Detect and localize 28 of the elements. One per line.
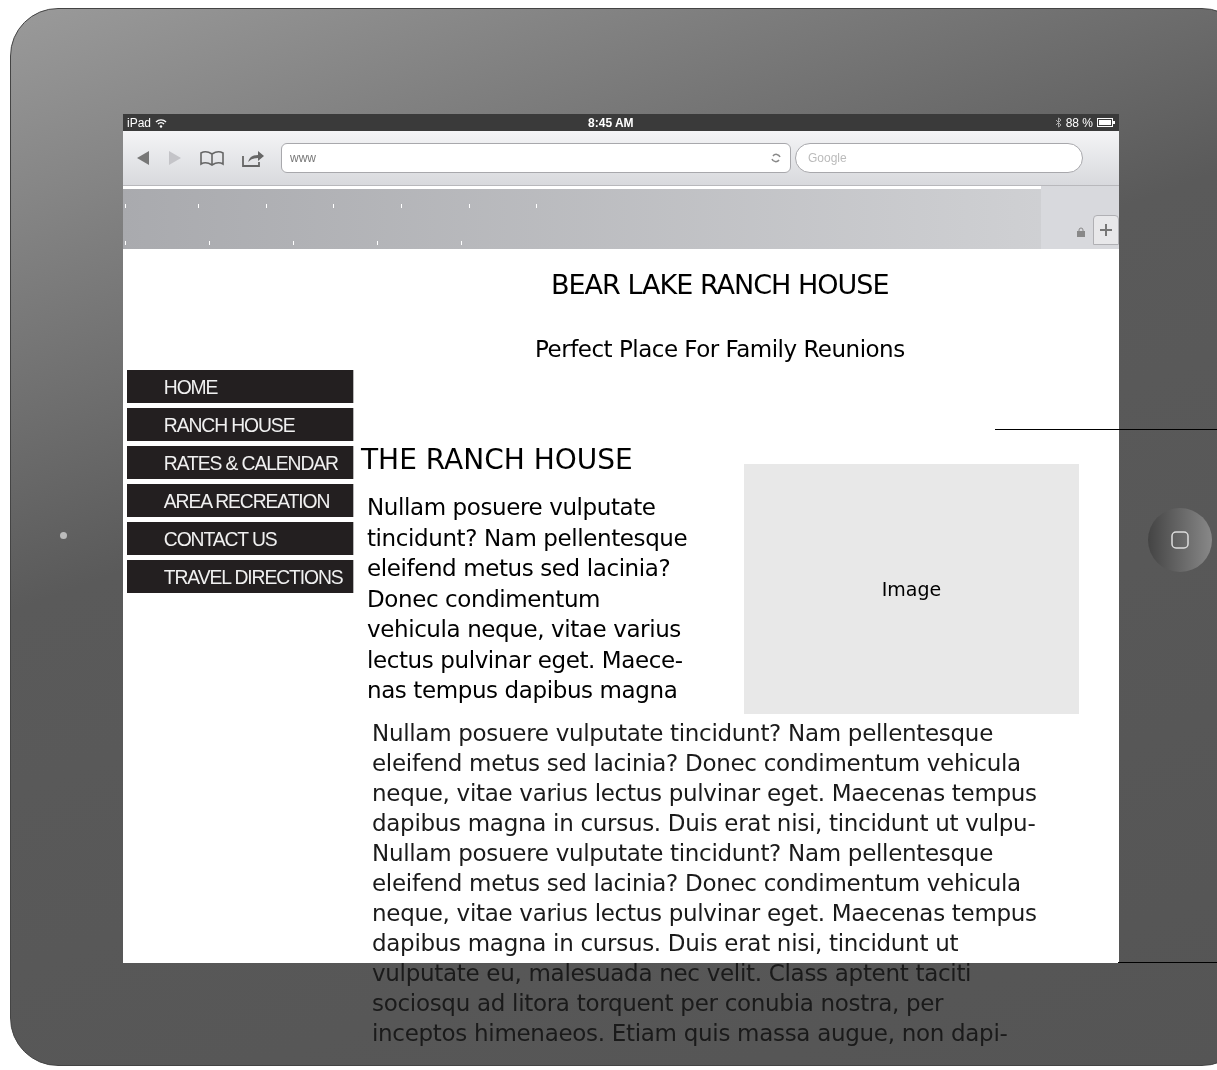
nav-link[interactable]: RANCH HOUSE: [127, 408, 354, 441]
battery-level: 88 %: [1065, 114, 1093, 132]
body-paragraph: Nullam posuere vulputate tincidunt? Nam pellentesque eleifend metus sed lacinia? Donec condimentum vehicula neque, vitae varius lectus pulvinar eget. Maecenas tempus dapibus magna in cursus. Duis erat nisi, tincidunt ut vulpu- Nullam posuere vulputate tincidunt? Nam pellentesque eleifend metus sed lacinia? Donec condimentum vehicula neque, vitae varius lectus pulvinar eget. Maecenas tempus dapibus magna in cursus. Duis erat nisi, tincidunt ut vulputate eu, malesuada nec velit. Class aptent taciti sociosqu ad litora torquent per conubia nostra, per inceptos himenaeos. Etiam quis massa augue, non dapi-: [372, 719, 1037, 1048]
site-tagline: Perfect Place For Family Reunions: [535, 334, 905, 364]
bluetooth-icon: [1054, 117, 1062, 128]
back-icon[interactable]: [135, 149, 151, 167]
nav-link[interactable]: AREA RECREATION: [127, 484, 354, 517]
status-time: 8:45 AM: [588, 114, 634, 132]
site-title: BEAR LAKE RANCH HOUSE: [551, 268, 889, 302]
square-icon: [1171, 531, 1189, 549]
intro-paragraph: Nullam posuere vulputate tincidunt? Nam pellentesque eleifend metus sed lacinia? Donec condimentum vehicula neque, vitae varius lectus pulvinar eget. Maece- nas tempus dapibus magna: [367, 493, 688, 705]
plus-icon: [1100, 224, 1112, 236]
camera-icon: [60, 532, 67, 539]
share-icon[interactable]: [241, 149, 265, 167]
bookmarks-icon[interactable]: [199, 150, 225, 166]
image-label: Image: [881, 576, 942, 602]
lock-icon: [1077, 227, 1085, 237]
new-tab-button[interactable]: [1093, 215, 1119, 245]
address-field[interactable]: www: [281, 143, 791, 173]
nav-link[interactable]: HOME: [127, 370, 354, 403]
search-field[interactable]: Google: [795, 143, 1083, 173]
section-heading: THE RANCH HOUSE: [361, 442, 633, 478]
wifi-icon: [155, 117, 168, 128]
nav-link[interactable]: TRAVEL DIRECTIONS: [127, 560, 354, 593]
battery-icon: [1097, 118, 1115, 127]
device-name: iPad: [127, 114, 152, 132]
nav-link[interactable]: CONTACT US: [127, 522, 354, 555]
nav-link[interactable]: RATES & CALENDAR: [127, 446, 354, 479]
